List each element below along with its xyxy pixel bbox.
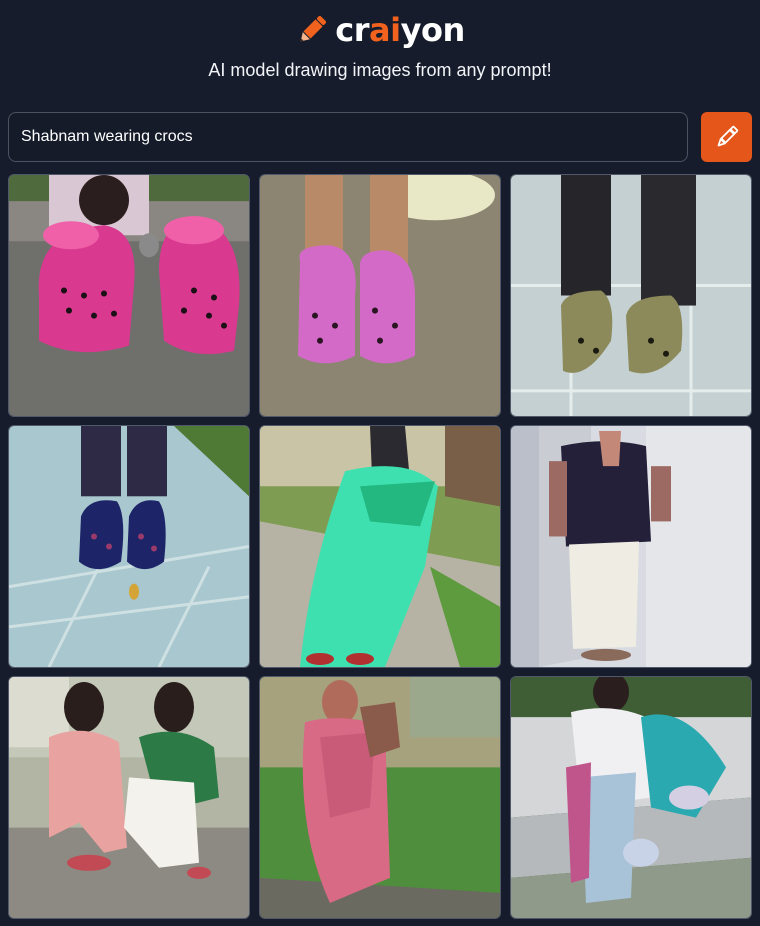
result-image[interactable] xyxy=(259,174,501,417)
result-image-graphic xyxy=(511,426,751,667)
result-image[interactable] xyxy=(259,425,501,668)
result-image-graphic xyxy=(511,175,751,416)
result-image[interactable] xyxy=(8,174,250,417)
draw-button[interactable] xyxy=(701,112,752,162)
result-image[interactable] xyxy=(8,425,250,668)
tagline: AI model drawing images from any prompt! xyxy=(208,60,552,80)
result-image-graphic xyxy=(260,426,500,667)
result-image[interactable] xyxy=(510,425,752,668)
app-header: craiyon AI model drawing images from any… xyxy=(0,0,760,100)
result-image-graphic xyxy=(9,175,249,416)
brand-wordmark: craiyon xyxy=(335,11,465,49)
result-image-graphic xyxy=(9,677,249,918)
result-image-graphic xyxy=(9,426,249,667)
pencil-icon xyxy=(717,125,738,147)
prompt-input[interactable] xyxy=(21,128,675,146)
prompt-field[interactable] xyxy=(8,112,688,162)
result-image[interactable] xyxy=(8,676,250,919)
result-image-graphic xyxy=(260,677,500,918)
result-image-graphic xyxy=(260,175,500,416)
result-image[interactable] xyxy=(510,174,752,417)
result-image-graphic xyxy=(511,677,751,918)
pencil-logo-icon xyxy=(300,15,327,42)
result-image[interactable] xyxy=(510,676,752,919)
result-image[interactable] xyxy=(259,676,501,919)
brand-logo[interactable]: craiyon xyxy=(0,8,760,52)
